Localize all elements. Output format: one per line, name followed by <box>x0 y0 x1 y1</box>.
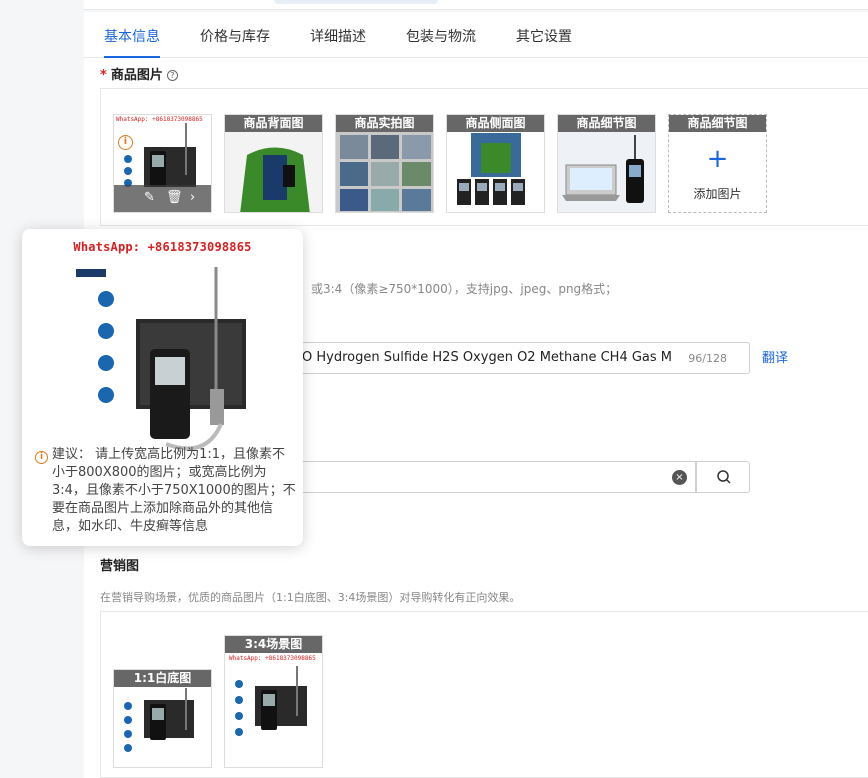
thumb-caption: 3:4场景图 <box>225 636 322 653</box>
main-thumb-watermark: WhatsApp: +8618373098865 <box>116 116 203 123</box>
thumb-caption: 1:1白底图 <box>114 670 211 687</box>
info-icon: i <box>35 451 48 464</box>
add-image-label: 添加图片 <box>693 187 742 201</box>
thumb-back-view[interactable]: 商品背面图 <box>224 114 323 213</box>
product-images-label: * 商品图片? <box>100 64 178 83</box>
image-suggestion-tooltip: WhatsApp: +8618373098865 i 建议： 请上传宽高比例为1… <box>22 229 303 546</box>
required-mark: * <box>100 68 107 83</box>
tab-bar: 基本信息 价格与库存 详细描述 包装与物流 其它设置 <box>84 12 868 58</box>
plus-icon: + <box>706 144 729 174</box>
thumb-side-view[interactable]: 商品侧面图 <box>446 114 545 213</box>
char-count: 96/128 <box>688 352 727 365</box>
thumb-caption: 商品细节图 <box>669 115 766 132</box>
category-search-input[interactable] <box>292 461 696 493</box>
thumb-caption: 商品实拍图 <box>336 115 433 132</box>
marketing-description: 在营销导购场景，优质的商品图片（1:1白底图、3:4场景图）对导购转化有正向效果… <box>100 591 521 604</box>
tab-basic-info[interactable]: 基本信息 <box>104 26 160 46</box>
product-images-panel: WhatsApp: +8618373098865 i ✎ 🗑 › 商品背面图 商… <box>100 88 868 226</box>
thumb-real-shot[interactable]: 商品实拍图 <box>335 114 434 213</box>
clear-icon[interactable]: × <box>672 470 687 485</box>
thumb-scene[interactable]: 3:4场景图 WhatsApp: +8618373098865 <box>224 635 323 768</box>
search-icon <box>717 470 731 484</box>
tooltip-watermark: WhatsApp: +8618373098865 <box>73 240 252 254</box>
top-strip <box>84 0 868 10</box>
product-title-input[interactable]: O Hydrogen Sulfide H2S Oxygen O2 Methane… <box>292 342 750 374</box>
thumb-caption: 商品背面图 <box>225 115 322 132</box>
tooltip-product-image <box>66 259 266 454</box>
image-action-bar: ✎ 🗑 › <box>114 185 211 212</box>
thumb-caption: 商品侧面图 <box>447 115 544 132</box>
add-image-button[interactable]: 商品细节图 + 添加图片 <box>668 114 767 213</box>
tab-price-stock[interactable]: 价格与库存 <box>200 26 270 46</box>
translate-link[interactable]: 翻译 <box>762 347 788 366</box>
active-tab-indicator <box>104 56 160 58</box>
marketing-images-panel: 1:1白底图 3:4场景图 WhatsApp: +8618373098865 <box>100 611 868 778</box>
scene-watermark: WhatsApp: +8618373098865 <box>229 655 316 662</box>
product-images-title: 商品图片 <box>110 68 163 83</box>
title-value: O Hydrogen Sulfide H2S Oxygen O2 Methane… <box>302 350 672 365</box>
tab-packaging[interactable]: 包装与物流 <box>406 26 476 46</box>
thumb-white-bg[interactable]: 1:1白底图 <box>113 669 212 768</box>
thumb-detail-view[interactable]: 商品细节图 <box>557 114 656 213</box>
main-image-thumb[interactable]: WhatsApp: +8618373098865 i ✎ 🗑 › <box>113 114 212 213</box>
marketing-images-label: 营销图 <box>100 559 140 574</box>
image-hint-text: 或3:4（像素≥750*1000），支持jpg、jpeg、png格式； <box>311 282 618 296</box>
delete-icon[interactable]: 🗑 <box>166 190 183 206</box>
tab-description[interactable]: 详细描述 <box>310 26 366 46</box>
help-icon[interactable]: ? <box>166 70 178 81</box>
chevron-right-icon[interactable]: › <box>190 190 195 206</box>
thumb-caption: 商品细节图 <box>558 115 655 132</box>
edit-icon[interactable]: ✎ <box>144 190 155 206</box>
warning-info-icon[interactable]: i <box>118 135 133 150</box>
tooltip-suggestion-text: 建议： 请上传宽高比例为1:1，且像素不小于800X800的图片；或宽高比例为3… <box>52 447 296 534</box>
search-button[interactable] <box>696 461 750 493</box>
top-pill <box>274 0 438 4</box>
tab-other-settings[interactable]: 其它设置 <box>516 26 572 46</box>
